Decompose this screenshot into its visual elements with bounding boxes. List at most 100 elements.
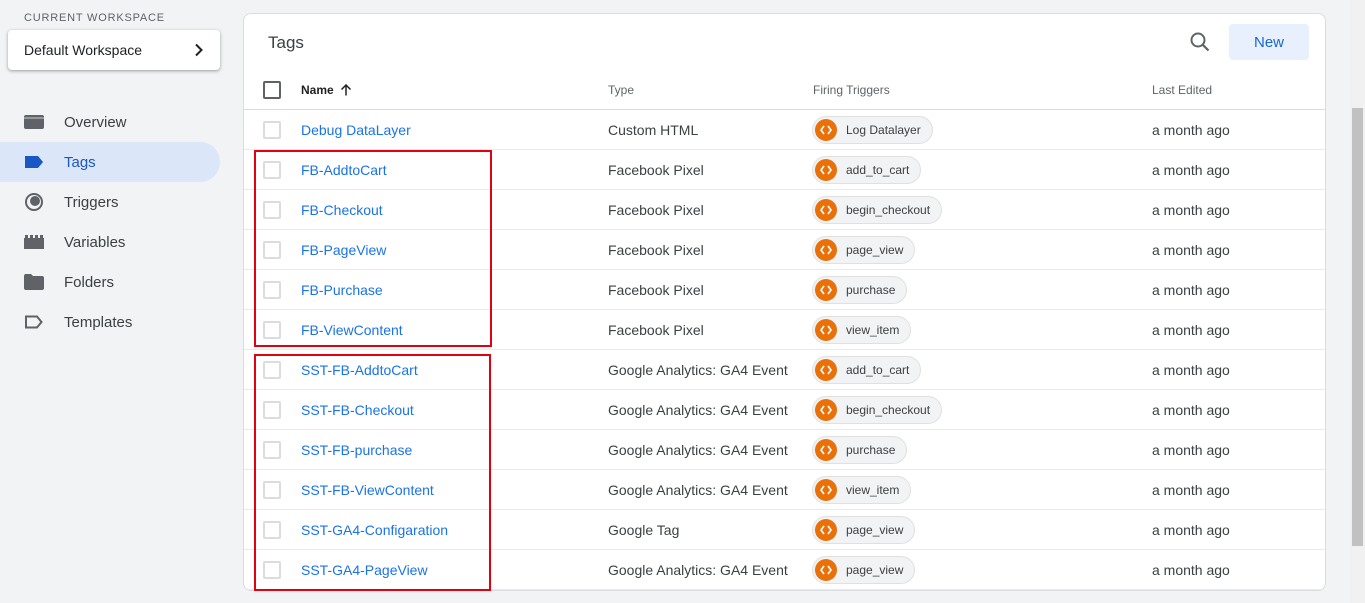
tag-type: Facebook Pixel	[608, 162, 704, 178]
last-edited: a month ago	[1152, 282, 1230, 298]
trigger-chip[interactable]: purchase	[812, 276, 908, 304]
last-edited: a month ago	[1152, 122, 1230, 138]
trigger-label: view_item	[846, 483, 900, 497]
table-row[interactable]: FB-Checkout Facebook Pixel begin_checkout a…	[244, 190, 1325, 230]
tag-name-link[interactable]: Debug DataLayer	[301, 110, 411, 150]
table-row[interactable]: SST-FB-Checkout Google Analytics: GA4 Eve…	[244, 390, 1325, 430]
trigger-label: add_to_cart	[846, 363, 910, 377]
tag-name-link[interactable]: SST-GA4-PageView	[301, 550, 428, 590]
table-row[interactable]: SST-FB-AddtoCart Google Analytics: GA4 Ev…	[244, 350, 1325, 390]
row-checkbox[interactable]	[263, 201, 281, 219]
tag-name-link[interactable]: FB-Checkout	[301, 190, 383, 230]
trigger-chip[interactable]: add_to_cart	[812, 356, 922, 384]
code-icon	[815, 439, 837, 461]
row-checkbox[interactable]	[263, 521, 281, 539]
table-row[interactable]: FB-PageView Facebook Pixel page_view a mont…	[244, 230, 1325, 270]
variables-icon	[24, 232, 44, 252]
trigger-chip[interactable]: begin_checkout	[812, 196, 943, 224]
sidebar-item-folders[interactable]: Folders	[0, 262, 220, 302]
code-icon	[815, 119, 837, 141]
table-row[interactable]: Debug DataLayer Custom HTML Log Datalayer a…	[244, 110, 1325, 150]
tag-name-link[interactable]: FB-PageView	[301, 230, 386, 270]
table-row[interactable]: FB-Purchase Facebook Pixel purchase a month…	[244, 270, 1325, 310]
trigger-label: begin_checkout	[846, 403, 931, 417]
workspace-name: Default Workspace	[24, 42, 143, 58]
tag-name-link[interactable]: FB-Purchase	[301, 270, 383, 310]
trigger-chip[interactable]: page_view	[812, 516, 916, 544]
trigger-label: begin_checkout	[846, 203, 931, 217]
row-checkbox[interactable]	[263, 401, 281, 419]
last-edited: a month ago	[1152, 362, 1230, 378]
chevron-right-icon	[192, 43, 206, 57]
folder-icon	[24, 272, 44, 292]
trigger-chip[interactable]: view_item	[812, 316, 912, 344]
table-row[interactable]: FB-ViewContent Facebook Pixel view_item a m…	[244, 310, 1325, 350]
table-row[interactable]: SST-FB-ViewContent Google Analytics: GA4 …	[244, 470, 1325, 510]
trigger-label: purchase	[846, 443, 896, 457]
table-row[interactable]: SST-GA4-PageView Google Analytics: GA4 Ev…	[244, 550, 1325, 590]
trigger-label: page_view	[846, 523, 904, 537]
trigger-chip[interactable]: purchase	[812, 436, 908, 464]
row-checkbox[interactable]	[263, 481, 281, 499]
tag-name-link[interactable]: SST-FB-purchase	[301, 430, 412, 470]
trigger-chip[interactable]: page_view	[812, 236, 916, 264]
code-icon	[815, 239, 837, 261]
trigger-chip[interactable]: page_view	[812, 556, 916, 584]
code-icon	[815, 279, 837, 301]
last-edited: a month ago	[1152, 442, 1230, 458]
row-checkbox[interactable]	[263, 161, 281, 179]
row-checkbox[interactable]	[263, 441, 281, 459]
table-row[interactable]: SST-FB-purchase Google Analytics: GA4 Eve…	[244, 430, 1325, 470]
panel-title: Tags	[268, 33, 304, 52]
sidebar-item-templates[interactable]: Templates	[0, 302, 220, 342]
row-checkbox[interactable]	[263, 241, 281, 259]
trigger-label: page_view	[846, 243, 904, 257]
select-all-checkbox[interactable]	[263, 81, 281, 99]
sidebar-item-triggers[interactable]: Triggers	[0, 182, 220, 222]
column-header-last-edited[interactable]: Last Edited	[1152, 70, 1212, 110]
code-icon	[815, 559, 837, 581]
tag-type: Google Analytics: GA4 Event	[608, 442, 788, 458]
sidebar-item-variables[interactable]: Variables	[0, 222, 220, 262]
tag-type: Facebook Pixel	[608, 322, 704, 338]
search-icon[interactable]	[1188, 30, 1212, 54]
column-header-triggers[interactable]: Firing Triggers	[813, 70, 890, 110]
sidebar-item-label: Triggers	[64, 193, 119, 211]
tag-name-link[interactable]: SST-FB-AddtoCart	[301, 350, 418, 390]
sidebar: CURRENT WORKSPACE Default Workspace Over…	[0, 0, 232, 603]
trigger-label: page_view	[846, 563, 904, 577]
tag-name-link[interactable]: FB-AddtoCart	[301, 150, 387, 190]
trigger-chip[interactable]: Log Datalayer	[812, 116, 933, 144]
tag-name-link[interactable]: SST-FB-ViewContent	[301, 470, 434, 510]
row-checkbox[interactable]	[263, 281, 281, 299]
trigger-chip[interactable]: add_to_cart	[812, 156, 922, 184]
tag-type: Google Tag	[608, 522, 680, 538]
column-header-name[interactable]: Name	[301, 70, 352, 110]
row-checkbox[interactable]	[263, 121, 281, 139]
sidebar-item-label: Tags	[64, 153, 96, 171]
tag-name-link[interactable]: SST-FB-Checkout	[301, 390, 414, 430]
trigger-chip[interactable]: begin_checkout	[812, 396, 943, 424]
table-row[interactable]: FB-AddtoCart Facebook Pixel add_to_cart a m…	[244, 150, 1325, 190]
column-header-type[interactable]: Type	[608, 70, 634, 110]
arrow-up-icon	[340, 83, 352, 96]
sidebar-item-label: Variables	[64, 233, 126, 251]
tag-name-link[interactable]: FB-ViewContent	[301, 310, 403, 350]
sidebar-item-label: Folders	[64, 273, 115, 291]
tag-type: Google Analytics: GA4 Event	[608, 402, 788, 418]
table-row[interactable]: SST-GA4-Configaration Google Tag page_view…	[244, 510, 1325, 550]
row-checkbox[interactable]	[263, 561, 281, 579]
workspace-label: CURRENT WORKSPACE	[24, 12, 165, 24]
workspace-selector[interactable]: Default Workspace	[8, 30, 220, 70]
scrollbar-thumb[interactable]	[1352, 108, 1363, 546]
tag-name-link[interactable]: SST-GA4-Configaration	[301, 510, 448, 550]
code-icon	[815, 519, 837, 541]
trigger-chip[interactable]: view_item	[812, 476, 912, 504]
row-checkbox[interactable]	[263, 361, 281, 379]
sidebar-item-overview[interactable]: Overview	[0, 102, 220, 142]
sidebar-item-tags[interactable]: Tags	[0, 142, 220, 182]
row-checkbox[interactable]	[263, 321, 281, 339]
new-tag-button[interactable]: New	[1229, 24, 1309, 60]
tag-type: Custom HTML	[608, 122, 699, 138]
tag-type: Facebook Pixel	[608, 282, 704, 298]
